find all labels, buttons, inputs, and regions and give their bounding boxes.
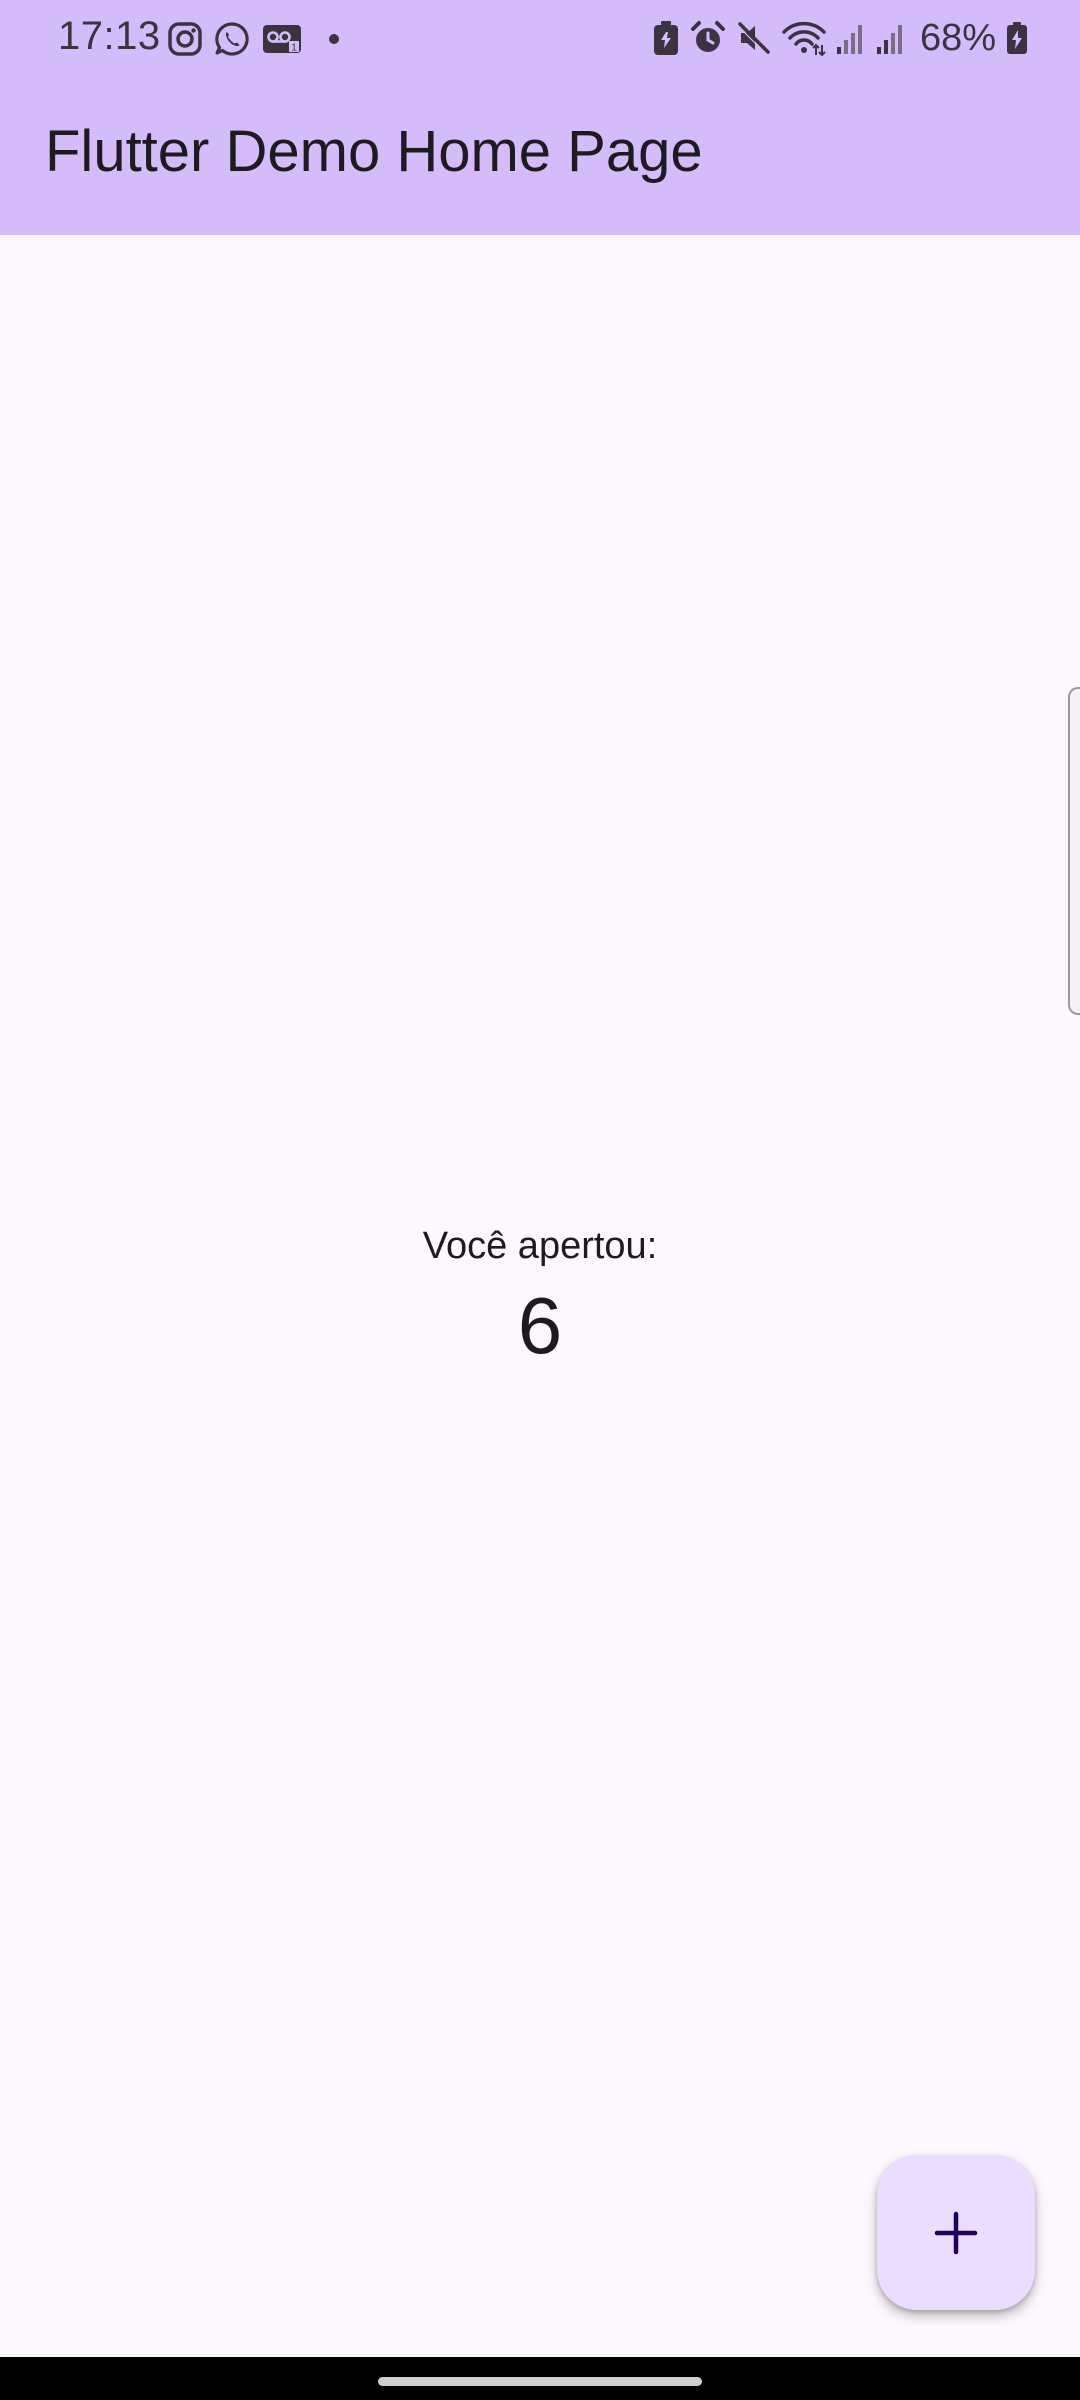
screen: 17:13 1 68% Flutter Demo Home Page Você … xyxy=(0,0,1080,2400)
svg-text:1: 1 xyxy=(291,43,297,54)
system-icons: 68% xyxy=(652,16,1028,60)
plus-icon xyxy=(934,2211,978,2255)
increment-fab-button[interactable] xyxy=(877,2155,1035,2310)
voicemail-icon: 1 xyxy=(262,22,302,56)
whatsapp-icon xyxy=(214,21,250,57)
header: 17:13 1 68% Flutter Demo Home Page xyxy=(0,0,1080,235)
wifi-icon xyxy=(782,20,826,56)
app-bar-title: Flutter Demo Home Page xyxy=(45,119,703,184)
counter-label: Você apertou: xyxy=(422,1225,658,1267)
system-navigation-bar xyxy=(0,2357,1080,2400)
dot-icon xyxy=(328,33,340,45)
alarm-icon xyxy=(690,20,726,56)
edge-panel-handle[interactable] xyxy=(1068,687,1080,1015)
notification-icons: 1 xyxy=(168,20,340,58)
instagram-icon xyxy=(168,22,202,56)
battery-saver-icon xyxy=(652,20,680,56)
status-time: 17:13 xyxy=(58,14,161,58)
mute-icon xyxy=(736,20,772,56)
counter-value: 6 xyxy=(517,1281,563,1370)
signal-2-icon xyxy=(876,21,906,55)
status-bar: 17:13 1 68% xyxy=(0,0,1080,76)
home-gesture-handle[interactable] xyxy=(378,2377,702,2386)
signal-1-icon xyxy=(836,21,866,55)
app-bar: Flutter Demo Home Page xyxy=(0,76,1080,235)
battery-charging-icon xyxy=(1006,21,1028,55)
battery-percentage: 68% xyxy=(919,16,996,59)
